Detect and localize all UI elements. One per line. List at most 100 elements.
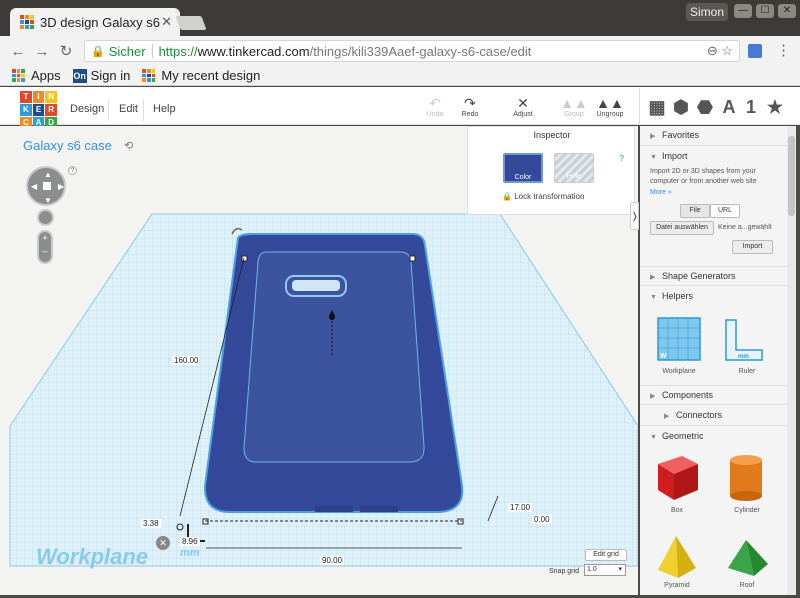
menu-design[interactable]: Design [70, 103, 104, 115]
ungroup-button[interactable]: ▲▲ Ungroup [590, 95, 630, 118]
elevation-dimension[interactable]: 0.00 [532, 515, 552, 524]
dice-view-icon[interactable]: ⬣ [695, 97, 715, 117]
number-view-icon[interactable]: 1 [741, 97, 761, 117]
chevron-right-icon: ▶ [664, 413, 670, 420]
section-label: Import [662, 151, 688, 161]
roof-shape-icon[interactable] [724, 538, 770, 578]
maximize-button[interactable]: ☐ [756, 4, 774, 18]
length-dimension[interactable]: 160.00 [172, 356, 201, 365]
deselect-icon[interactable]: ✕ [156, 536, 170, 550]
orbit-up-icon[interactable]: ▲ [44, 170, 52, 179]
browser-tab-active[interactable]: 3D design Galaxy s6 ✕ [10, 8, 180, 36]
tab-strip: 3D design Galaxy s6 ✕ Simon — ☐ ✕ [0, 0, 800, 36]
section-label: Shape Generators [662, 271, 736, 281]
color-swatch[interactable]: Color [503, 153, 543, 183]
profile-button[interactable]: Simon [686, 3, 728, 21]
bookmark-sign-in[interactable]: On Sign in [72, 68, 130, 83]
connectors-section[interactable]: ▶ Connectors [640, 406, 787, 426]
browser-menu-icon[interactable]: ⋮ [776, 41, 791, 59]
section-label: Geometric [662, 431, 704, 441]
menu-help[interactable]: Help [153, 103, 176, 115]
forward-icon[interactable]: → [30, 43, 54, 60]
bookmark-apps[interactable]: Apps [12, 68, 61, 83]
text-view-icon[interactable]: A [719, 97, 739, 117]
view-help-icon[interactable]: ? [68, 166, 77, 175]
star-view-icon[interactable]: ★ [765, 97, 785, 117]
pyramid-shape-icon[interactable] [654, 534, 700, 580]
shape-generators-section[interactable]: ▶ Shape Generators [640, 266, 787, 286]
width-dimension[interactable]: 90.00 [320, 556, 345, 565]
adjust-button[interactable]: ✕ Adjust [503, 95, 543, 118]
port-cutout [315, 506, 353, 512]
undo-button[interactable]: ↶ Undo [415, 95, 455, 118]
design-canvas[interactable]: Galaxy s6 case ⟲ ▲ ◀ ▶ ▼ ? + – 160.00 90… [0, 126, 638, 595]
zoom-in-icon[interactable]: + [39, 232, 51, 245]
color-label: Color [514, 174, 532, 181]
group-button[interactable]: ▲▲ Group [554, 95, 594, 118]
logo-cell: T [20, 91, 32, 103]
hole-swatch[interactable]: Hole [554, 153, 594, 183]
components-section[interactable]: ▶ Components [640, 385, 787, 405]
redo-button[interactable]: ↷ Redo [450, 95, 490, 118]
url-tab[interactable]: URL [710, 204, 740, 218]
edit-grid-button[interactable]: Edit grid [585, 549, 627, 561]
divider [151, 44, 153, 58]
corner-handle[interactable] [409, 255, 416, 262]
height-dimension[interactable]: 17.00 [508, 503, 533, 512]
back-icon[interactable]: ← [6, 43, 30, 60]
box-view-icon[interactable]: ⬢ [671, 97, 691, 117]
shape-label: Roof [739, 582, 755, 589]
url-host: www.tinkercad.com [197, 43, 310, 59]
logo-cell: K [20, 104, 32, 116]
helpers-section[interactable]: ▼ Helpers [640, 287, 787, 307]
import-button[interactable]: Import [732, 240, 773, 254]
lock-transformation-toggle[interactable]: 🔒 Lock transformation [502, 192, 584, 201]
chevron-down-icon: ▾ [618, 566, 622, 573]
snap-grid-select[interactable]: 1.0 ▾ [584, 564, 626, 576]
corner-handle[interactable] [241, 255, 248, 262]
bookmark-recent-designs[interactable]: My recent design [142, 68, 260, 83]
orbit-right-icon[interactable]: ▶ [58, 182, 64, 191]
cylinder-shape-icon[interactable] [726, 452, 766, 504]
import-more-link[interactable]: More » [650, 188, 780, 198]
orbit-down-icon[interactable]: ▼ [44, 196, 52, 205]
no-file-label: Keine a...gewählt [718, 224, 772, 231]
file-tab[interactable]: File [680, 204, 710, 218]
rename-icon[interactable]: ⟲ [124, 139, 133, 152]
ruler-helper-icon[interactable]: mm [722, 316, 766, 362]
zoom-control[interactable]: + – [37, 230, 53, 264]
shape-label: Pyramid [664, 582, 690, 589]
view-cube[interactable]: ▲ ◀ ▶ ▼ [26, 166, 66, 206]
app-header: T I N K E R C A D Design Edit Help ↶ Und… [0, 87, 800, 129]
box-shape-icon[interactable] [654, 452, 700, 504]
fit-view-button[interactable] [37, 209, 54, 226]
section-label: Components [662, 390, 714, 400]
workplane-helper-icon[interactable]: W [654, 314, 704, 364]
orbit-left-icon[interactable]: ◀ [31, 182, 37, 191]
minimize-button[interactable]: — [734, 4, 752, 18]
tinkercad-logo[interactable]: T I N K E R C A D [20, 91, 57, 129]
zoom-out-icon[interactable]: – [39, 245, 51, 258]
inspector-help-icon[interactable]: ? [620, 154, 624, 163]
extension-icon[interactable] [748, 44, 762, 58]
scrollbar-thumb[interactable] [788, 136, 795, 216]
menu-edit[interactable]: Edit [119, 103, 138, 115]
offset-x-dimension[interactable]: 3.38 [141, 519, 161, 528]
tab-close-icon[interactable]: ✕ [161, 14, 172, 30]
geometric-section[interactable]: ▼ Geometric [640, 427, 787, 447]
section-label: Favorites [662, 130, 700, 140]
grid-view-icon[interactable]: ▦ [647, 97, 667, 117]
address-bar[interactable]: 🔒 Sicher https:// www.tinkercad.com /thi… [84, 40, 740, 62]
close-window-button[interactable]: ✕ [778, 4, 796, 18]
reload-icon[interactable]: ↻ [54, 42, 78, 60]
zoom-and-bookmark-icons[interactable]: ⊖ ☆ [707, 43, 733, 59]
favorites-section[interactable]: ▶ Favorites [640, 126, 787, 146]
design-title[interactable]: Galaxy s6 case [23, 138, 112, 153]
panel-scrollbar[interactable] [787, 126, 796, 595]
choose-file-button[interactable]: Datei auswählen [650, 221, 714, 235]
collapse-panel-icon[interactable]: ❭ [630, 202, 639, 230]
home-center-icon[interactable] [43, 182, 51, 190]
new-tab-button[interactable] [175, 16, 207, 30]
offset-y-dimension[interactable]: 8.96 [180, 537, 200, 546]
import-section[interactable]: ▼ Import [640, 147, 787, 167]
